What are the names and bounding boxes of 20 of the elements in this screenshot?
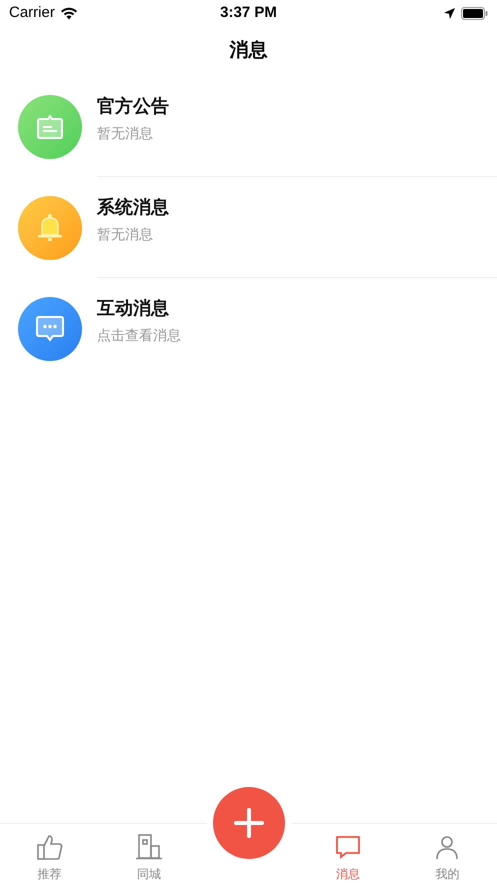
page-title: 消息 xyxy=(230,38,268,63)
building-icon xyxy=(135,833,164,861)
message-title[interactable]: 官方公告 xyxy=(97,94,169,118)
message-preview: 暂无消息 xyxy=(97,224,153,244)
thumbs-up-icon xyxy=(36,833,64,861)
tab[interactable]: 消息 xyxy=(334,824,362,882)
message-preview: 点击查看消息 xyxy=(97,326,181,345)
battery-icon xyxy=(461,6,488,20)
tab[interactable]: 推荐 xyxy=(36,824,64,882)
message-preview: 暂无消息 xyxy=(97,124,153,142)
tab[interactable]: 同城 xyxy=(135,824,164,882)
location-arrow-icon xyxy=(444,8,455,18)
chat-bubble-icon xyxy=(334,833,362,861)
message-title[interactable]: 系统消息 xyxy=(97,194,169,218)
plus-icon xyxy=(234,808,264,838)
message-title[interactable]: 互动消息 xyxy=(97,296,169,320)
carrier-label: Carrier xyxy=(9,2,55,23)
wifi-icon xyxy=(60,6,78,20)
tab[interactable]: 我的 xyxy=(433,824,462,882)
status-time: 3:37 PM xyxy=(220,2,277,23)
